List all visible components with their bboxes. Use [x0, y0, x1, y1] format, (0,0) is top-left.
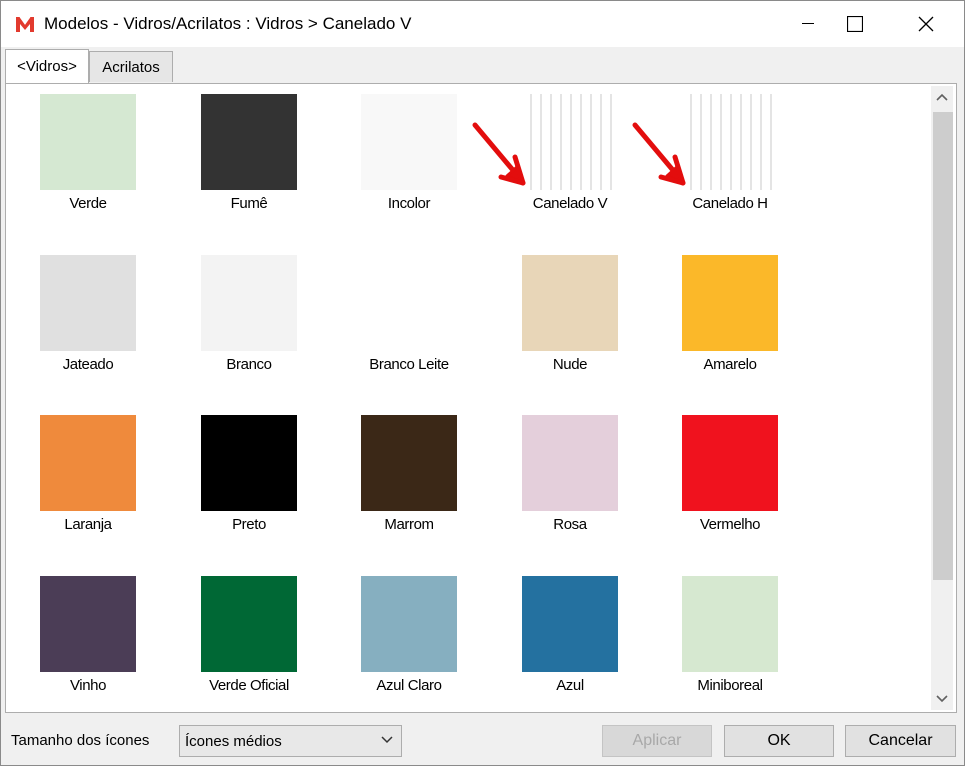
list-item[interactable]: Vinho	[18, 570, 158, 710]
color-swatch	[40, 94, 136, 190]
item-label: Branco	[226, 356, 272, 373]
list-item[interactable]: Branco Leite	[339, 249, 479, 399]
chevron-down-icon	[936, 695, 948, 703]
annotation-arrow-icon	[472, 122, 526, 186]
item-label: Canelado H	[692, 195, 768, 212]
scrollbar-thumb[interactable]	[933, 112, 953, 580]
color-swatch	[201, 415, 297, 511]
tab-acrilatos[interactable]: Acrilatos	[89, 51, 173, 82]
apply-button[interactable]: Aplicar	[602, 725, 712, 757]
list-item[interactable]: Marrom	[339, 409, 479, 559]
close-button[interactable]	[903, 1, 949, 47]
item-label: Vermelho	[699, 516, 761, 533]
icon-size-label: Tamanho dos ícones	[11, 732, 150, 749]
cancel-button[interactable]: Cancelar	[845, 725, 956, 757]
color-swatch	[522, 94, 618, 190]
item-label: Fumê	[230, 195, 268, 212]
color-swatch	[522, 576, 618, 672]
tab-vidros[interactable]: <Vidros>	[5, 49, 89, 83]
color-swatch	[361, 576, 457, 672]
color-swatch	[682, 415, 778, 511]
item-label: Marrom	[384, 516, 434, 533]
item-label: Branco Leite	[369, 356, 449, 373]
minimize-button[interactable]	[785, 1, 831, 47]
list-item[interactable]: Fumê	[179, 88, 319, 238]
item-label: Verde	[69, 195, 107, 212]
ok-button[interactable]: OK	[724, 725, 834, 757]
app-logo-icon	[16, 16, 34, 32]
models-dialog: Modelos - Vidros/Acrilatos : Vidros > Ca…	[0, 0, 965, 766]
color-swatch	[361, 255, 457, 351]
item-label: Azul Claro	[376, 677, 442, 694]
chevron-down-icon	[381, 736, 393, 744]
item-label: Canelado V	[532, 195, 608, 212]
annotation-arrow-icon	[632, 122, 686, 186]
list-item[interactable]: Branco	[179, 249, 319, 399]
item-label: Incolor	[387, 195, 431, 212]
list-item[interactable]: Nude	[500, 249, 640, 399]
color-swatch	[682, 94, 778, 190]
list-item[interactable]: Vermelho	[660, 409, 800, 559]
list-item[interactable]: Jateado	[18, 249, 158, 399]
scroll-up-button[interactable]	[931, 86, 953, 108]
minimize-icon	[802, 23, 814, 24]
icon-size-select[interactable]: Ícones médios	[179, 725, 402, 757]
color-swatch	[682, 576, 778, 672]
item-label: Preto	[232, 516, 266, 533]
list-item[interactable]: Verde	[18, 88, 158, 238]
color-swatch	[40, 576, 136, 672]
list-item[interactable]: Rosa	[500, 409, 640, 559]
item-label: Rosa	[553, 516, 587, 533]
color-swatch	[361, 415, 457, 511]
item-label: Verde Oficial	[209, 677, 289, 694]
title-bar: Modelos - Vidros/Acrilatos : Vidros > Ca…	[1, 1, 964, 47]
color-swatch	[682, 255, 778, 351]
close-icon	[918, 16, 934, 32]
color-swatch	[201, 255, 297, 351]
item-label: Laranja	[64, 516, 112, 533]
swatch-list[interactable]: Verde Fumê Incolor Canelado V Canelado H Jate…	[8, 86, 930, 710]
list-item[interactable]: Azul	[500, 570, 640, 710]
color-swatch	[522, 255, 618, 351]
maximize-icon	[847, 16, 863, 32]
vertical-scrollbar[interactable]	[931, 86, 953, 710]
list-item[interactable]: Incolor	[339, 88, 479, 238]
item-label: Azul	[556, 677, 584, 694]
icon-size-value: Ícones médios	[185, 733, 282, 750]
list-item[interactable]: Azul Claro	[339, 570, 479, 710]
color-swatch	[201, 94, 297, 190]
list-item[interactable]: Miniboreal	[660, 570, 800, 710]
window-title: Modelos - Vidros/Acrilatos : Vidros > Ca…	[44, 14, 412, 33]
item-label: Jateado	[62, 356, 114, 373]
color-swatch	[40, 415, 136, 511]
item-label: Amarelo	[703, 356, 757, 373]
list-item[interactable]: Amarelo	[660, 249, 800, 399]
scroll-down-button[interactable]	[931, 688, 953, 710]
list-item[interactable]: Preto	[179, 409, 319, 559]
color-swatch	[201, 576, 297, 672]
maximize-button[interactable]	[832, 1, 878, 47]
color-swatch	[40, 255, 136, 351]
list-item[interactable]: Laranja	[18, 409, 158, 559]
item-label: Vinho	[69, 677, 107, 694]
item-label: Nude	[552, 356, 588, 373]
chevron-up-icon	[936, 93, 948, 101]
color-swatch	[361, 94, 457, 190]
color-swatch	[522, 415, 618, 511]
list-item[interactable]: Verde Oficial	[179, 570, 319, 710]
item-label: Miniboreal	[697, 677, 763, 694]
